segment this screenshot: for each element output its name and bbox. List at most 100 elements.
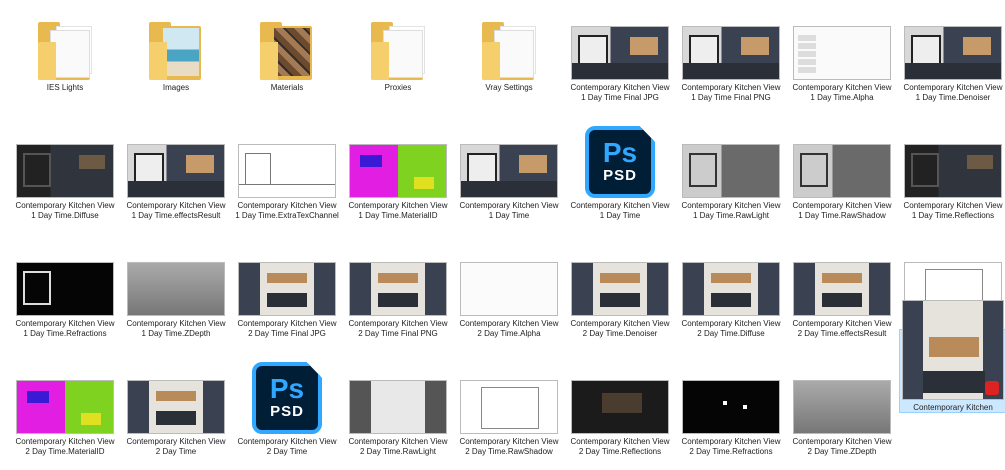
file-name-label: Contemporary Kitchen View 2 Day Time.Ref… bbox=[681, 437, 781, 456]
kitchen-thumbnail bbox=[127, 380, 225, 434]
photoshop-psd-icon: Ps PSD bbox=[585, 126, 655, 198]
file-item[interactable]: Contemporary Kitchen View 2 Day Time.Den… bbox=[567, 246, 673, 352]
folder-icon bbox=[260, 22, 314, 80]
file-name-label: Contemporary Kitchen bbox=[913, 403, 993, 412]
kitchen-thumbnail bbox=[238, 262, 336, 316]
file-item[interactable]: Contemporary Kitchen View 2 Day Time Fin… bbox=[345, 246, 451, 352]
sketchup-badge-icon bbox=[985, 381, 999, 395]
file-name-label: Contemporary Kitchen View 1 Day Time.eff… bbox=[126, 201, 226, 220]
file-item[interactable]: Contemporary Kitchen View 2 Day Time.Alp… bbox=[456, 246, 562, 352]
kitchen-thumbnail bbox=[460, 144, 558, 198]
kitchen-thumbnail bbox=[571, 26, 669, 80]
file-item[interactable]: Contemporary Kitchen View 2 Day Time.ZDe… bbox=[789, 364, 895, 470]
file-item[interactable]: Ps PSD Contemporary Kitchen View 2 Day Tim… bbox=[234, 362, 340, 470]
file-name-label: Images bbox=[162, 83, 190, 92]
folder-icon bbox=[149, 22, 203, 80]
file-name-label: Contemporary Kitchen View 1 Day Time Fin… bbox=[681, 83, 781, 102]
file-item[interactable]: Contemporary Kitchen View 1 Day Time.Ext… bbox=[234, 128, 340, 234]
render-pass-thumbnail bbox=[793, 26, 891, 80]
file-item[interactable]: Contemporary Kitchen View 2 Day Time.Raw… bbox=[456, 364, 562, 470]
kitchen-thumbnail bbox=[793, 262, 891, 316]
file-name-label: Proxies bbox=[384, 83, 412, 92]
file-item[interactable]: Contemporary Kitchen View 1 Day Time.Raw… bbox=[678, 128, 784, 234]
render-pass-thumbnail bbox=[793, 144, 891, 198]
file-item[interactable]: Contemporary Kitchen View 2 Day Time.Raw… bbox=[345, 364, 451, 470]
file-name-label: Contemporary Kitchen View 1 Day Time.Ref… bbox=[15, 319, 115, 338]
file-item[interactable]: Contemporary Kitchen View 2 Day Time Fin… bbox=[234, 246, 340, 352]
file-name-label: Materials bbox=[270, 83, 304, 92]
file-name-label: Contemporary Kitchen View 2 Day Time bbox=[126, 437, 226, 456]
file-name-label: Contemporary Kitchen View 1 Day Time bbox=[459, 201, 559, 220]
file-name-label: Contemporary Kitchen View 2 Day Time.Raw… bbox=[459, 437, 559, 456]
file-item[interactable]: Contemporary Kitchen View 2 Day Time.eff… bbox=[789, 246, 895, 352]
render-pass-thumbnail bbox=[682, 144, 780, 198]
file-name-label: Contemporary Kitchen View 1 Day Time.Dif… bbox=[15, 201, 115, 220]
file-item[interactable]: Contemporary Kitchen View 2 Day Time.Mat… bbox=[12, 364, 118, 470]
file-item[interactable]: Contemporary Kitchen View 2 Day Time.Ref… bbox=[678, 364, 784, 470]
file-item[interactable]: Contemporary Kitchen View 1 Day Time bbox=[456, 128, 562, 234]
file-item[interactable]: Contemporary Kitchen View 1 Day Time.ZDe… bbox=[123, 246, 229, 352]
render-pass-thumbnail bbox=[16, 144, 114, 198]
kitchen-thumbnail bbox=[127, 144, 225, 198]
kitchen-thumbnail bbox=[904, 26, 1002, 80]
file-name-label: Contemporary Kitchen View 1 Day Time bbox=[570, 201, 670, 220]
render-pass-thumbnail bbox=[349, 380, 447, 434]
file-name-label: Contemporary Kitchen View 2 Day Time Fin… bbox=[237, 319, 337, 338]
file-name-label: Contemporary Kitchen View 2 Day Time.Mat… bbox=[15, 437, 115, 456]
file-name-label: Contemporary Kitchen View 1 Day Time.Ref… bbox=[903, 201, 1003, 220]
file-name-label: Contemporary Kitchen View 2 Day Time.Raw… bbox=[348, 437, 448, 456]
render-pass-thumbnail bbox=[460, 380, 558, 434]
file-name-label: Contemporary Kitchen View 2 Day Time.ZDe… bbox=[792, 437, 892, 456]
render-pass-thumbnail bbox=[793, 380, 891, 434]
folder-icon bbox=[38, 22, 92, 80]
file-name-label: Vray Settings bbox=[485, 83, 533, 92]
file-item[interactable]: Contemporary Kitchen View 1 Day Time.Dif… bbox=[12, 128, 118, 234]
file-name-label: Contemporary Kitchen View 2 Day Time Fin… bbox=[348, 319, 448, 338]
file-item[interactable]: Contemporary Kitchen View 1 Day Time.Ref… bbox=[12, 246, 118, 352]
file-item[interactable]: Contemporary Kitchen View 1 Day Time Fin… bbox=[567, 10, 673, 116]
folder-item[interactable]: Vray Settings bbox=[456, 10, 562, 116]
file-name-label: Contemporary Kitchen View 2 Day Time.Ref… bbox=[570, 437, 670, 456]
file-item[interactable]: Contemporary Kitchen View 1 Day Time.Alp… bbox=[789, 10, 895, 116]
file-name-label: Contemporary Kitchen View 1 Day Time.Raw… bbox=[681, 201, 781, 220]
render-pass-thumbnail bbox=[127, 262, 225, 316]
file-name-label: Contemporary Kitchen View 2 Day Time.Dif… bbox=[681, 319, 781, 338]
file-item[interactable]: Contemporary Kitchen View 2 Day Time bbox=[123, 364, 229, 470]
file-name-label: IES Lights bbox=[46, 83, 84, 92]
folder-icon bbox=[371, 22, 425, 80]
file-name-label: Contemporary Kitchen View 1 Day Time.Alp… bbox=[792, 83, 892, 102]
kitchen-thumbnail bbox=[349, 262, 447, 316]
folder-item[interactable]: IES Lights bbox=[12, 10, 118, 116]
file-name-label: Contemporary Kitchen View 1 Day Time.ZDe… bbox=[126, 319, 226, 338]
file-name-label: Contemporary Kitchen View 1 Day Time.Ext… bbox=[235, 201, 339, 220]
folder-icon bbox=[482, 22, 536, 80]
file-item[interactable]: Contemporary Kitchen View 1 Day Time.Ref… bbox=[900, 128, 1005, 234]
file-name-label: Contemporary Kitchen View 1 Day Time Fin… bbox=[570, 83, 670, 102]
render-pass-thumbnail bbox=[16, 262, 114, 316]
file-item[interactable]: Contemporary Kitchen View 1 Day Time.Mat… bbox=[345, 128, 451, 234]
folder-item[interactable]: Proxies bbox=[345, 10, 451, 116]
file-item[interactable]: Contemporary Kitchen View 2 Day Time.Dif… bbox=[678, 246, 784, 352]
folder-item[interactable]: Images bbox=[123, 10, 229, 116]
render-pass-thumbnail bbox=[571, 380, 669, 434]
file-item[interactable]: Contemporary Kitchen View 1 Day Time Fin… bbox=[678, 10, 784, 116]
file-item[interactable]: Contemporary Kitchen View 2 Day Time.Ref… bbox=[567, 364, 673, 470]
render-pass-thumbnail bbox=[904, 144, 1002, 198]
render-pass-thumbnail bbox=[349, 144, 447, 198]
file-name-label: Contemporary Kitchen View 2 Day Time.Alp… bbox=[459, 319, 559, 338]
kitchen-thumbnail bbox=[682, 262, 780, 316]
file-name-label: Contemporary Kitchen View 1 Day Time.Mat… bbox=[348, 201, 448, 220]
render-pass-thumbnail bbox=[682, 380, 780, 434]
file-item[interactable]: Contemporary Kitchen View 1 Day Time.Den… bbox=[900, 10, 1005, 116]
folder-item[interactable]: Materials bbox=[234, 10, 340, 116]
render-pass-thumbnail bbox=[16, 380, 114, 434]
render-pass-thumbnail bbox=[460, 262, 558, 316]
file-item[interactable]: Contemporary Kitchen View 1 Day Time.Raw… bbox=[789, 128, 895, 234]
file-name-label: Contemporary Kitchen View 2 Day Time.Den… bbox=[570, 319, 670, 338]
file-item[interactable]: Contemporary Kitchen bbox=[899, 300, 1005, 413]
file-item[interactable]: Contemporary Kitchen View 1 Day Time.eff… bbox=[123, 128, 229, 234]
file-name-label: Contemporary Kitchen View 2 Day Time.eff… bbox=[792, 319, 892, 338]
file-name-label: Contemporary Kitchen View 1 Day Time.Raw… bbox=[792, 201, 892, 220]
kitchen-thumbnail bbox=[682, 26, 780, 80]
file-item[interactable]: Ps PSD Contemporary Kitchen View 1 Day Tim… bbox=[567, 126, 673, 234]
